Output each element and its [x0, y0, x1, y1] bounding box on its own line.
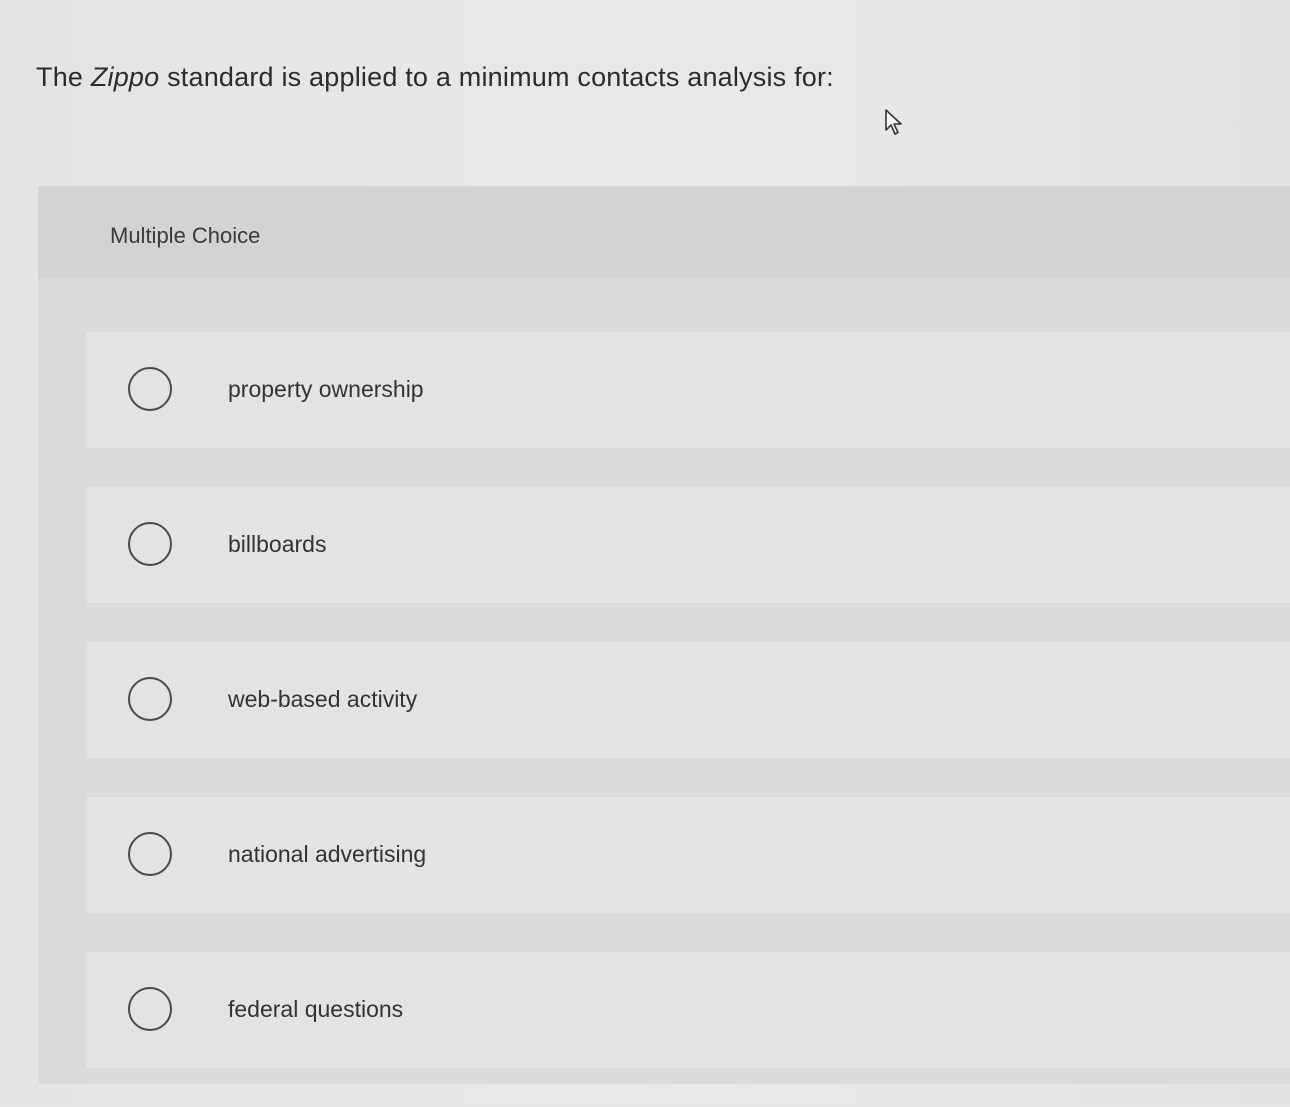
choice-option-4[interactable]: national advertising — [86, 797, 1290, 913]
choice-label: billboards — [228, 531, 327, 557]
radio-button[interactable] — [128, 832, 172, 876]
radio-button[interactable] — [128, 987, 172, 1031]
radio-button[interactable] — [128, 677, 172, 721]
choice-option-5[interactable]: federal questions — [86, 952, 1290, 1068]
choice-label: web-based activity — [228, 686, 418, 712]
mouse-pointer-icon — [885, 109, 902, 135]
choice-option-1[interactable]: property ownership — [86, 332, 1290, 448]
question-prefix: The — [36, 62, 91, 92]
question-text: The Zippo standard is applied to a minim… — [36, 62, 834, 93]
panel-title: Multiple Choice — [110, 223, 261, 248]
choice-label: national advertising — [228, 841, 427, 867]
panel-header: Multiple Choice — [38, 186, 1290, 278]
choice-list: property ownership billboards web-based … — [86, 332, 1290, 1107]
choice-label: property ownership — [228, 376, 424, 402]
multiple-choice-panel: Multiple Choice property ownership billb… — [38, 186, 1290, 1084]
radio-button[interactable] — [128, 522, 172, 566]
choice-option-3[interactable]: web-based activity — [86, 642, 1290, 758]
question-italic-term: Zippo — [90, 62, 160, 92]
question-suffix: standard is applied to a minimum contact… — [159, 62, 834, 92]
choice-label: federal questions — [228, 996, 404, 1022]
radio-button[interactable] — [128, 367, 172, 411]
choice-option-2[interactable]: billboards — [86, 487, 1290, 603]
